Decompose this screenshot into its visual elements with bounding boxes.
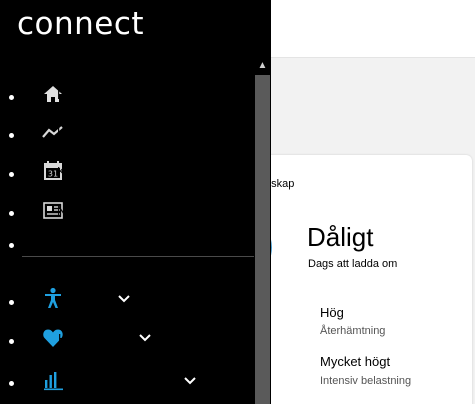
sidebar-item-label: Hem [57,87,85,102]
list-bullet [9,243,14,248]
sidebar-item-health-stats[interactable]: Hälsostatistik [0,324,254,354]
list-bullet [9,172,14,177]
bar-chart-icon [44,372,63,391]
load-label: Intensiv belastning [320,375,412,387]
sidebar-item-newsfeed[interactable]: Nyhetsflöde [0,196,254,226]
sidebar-item-label: Aktiviteter [58,292,116,307]
load-value: Mycket högt [320,354,391,369]
app-logo[interactable]: connect [17,6,144,42]
main-content: dskap Dåligt Dags att ladda om Hög Återh… [250,0,475,404]
sidebar-item-activities[interactable]: Aktiviteter [0,285,254,315]
main-header [270,0,475,58]
training-readiness-card[interactable]: dskap Dåligt Dags att ladda om Hög Återh… [250,155,472,404]
readiness-status: Dåligt [307,222,374,252]
sidebar-item-challenges[interactable]: Utmaningar [0,118,254,148]
scrollbar-thumb[interactable] [255,75,270,404]
scroll-up-arrow-icon[interactable]: ▲ [254,58,271,74]
list-bullet [9,211,14,216]
list-bullet [9,339,14,344]
recovery-value: Hög [320,305,344,320]
list-bullet [9,95,14,100]
chevron-down-icon[interactable] [139,334,151,342]
list-bullet [9,300,14,305]
chevron-down-icon[interactable] [184,377,196,385]
recovery-label: Återhämtning [320,325,386,337]
sidebar-item-label: Kalender [57,164,110,179]
sidebar-item-performance-stats[interactable]: Prestationsstatistik [0,366,254,396]
sidebar-item-label: Prestationsstatistik [68,374,177,389]
list-bullet [9,133,14,138]
readiness-status-subtitle: Dags att ladda om [308,258,398,270]
sidebar-item-label: Nyhetsflöde [57,203,126,218]
sidebar-divider [22,256,254,257]
sidebar-item-label: Hälsostatistik [58,331,135,346]
sidebar-item-calendar[interactable]: 31 Kalender [0,157,254,187]
sidebar: connect Hem Utmaningar 31 Kalender Nyhet… [0,0,271,404]
chevron-down-icon[interactable] [118,295,130,303]
sidebar-item-label: Utmaningar [57,125,125,140]
sidebar-item-home[interactable]: Hem [0,80,254,110]
list-bullet [9,381,14,386]
